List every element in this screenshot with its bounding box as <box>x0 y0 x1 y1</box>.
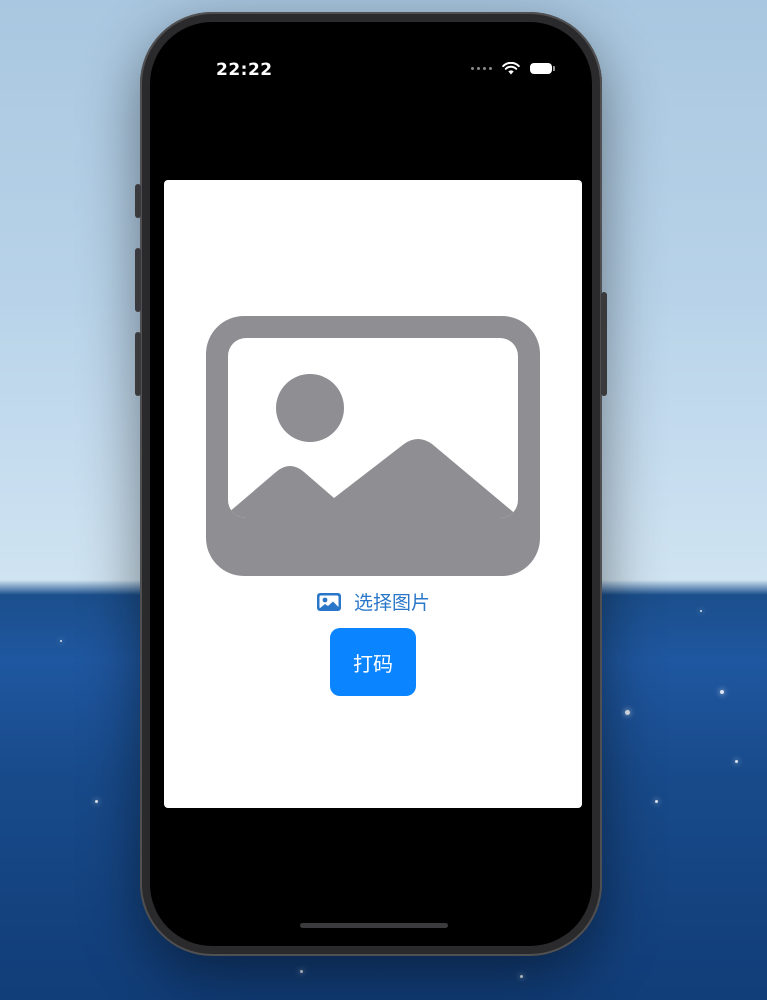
phone-frame: 22:22 选择图片 打码 <box>135 12 607 956</box>
battery-icon <box>530 63 555 74</box>
volume-down-button <box>135 332 141 396</box>
wifi-icon <box>502 62 520 75</box>
photo-icon <box>316 592 341 611</box>
status-icons <box>471 62 555 75</box>
home-indicator[interactable] <box>300 923 448 928</box>
wallpaper-sparkle <box>655 800 658 803</box>
photo-placeholder-frame <box>228 338 518 518</box>
status-time: 22:22 <box>216 60 273 80</box>
wallpaper-sparkle <box>60 640 62 642</box>
desktop-wallpaper: 22:22 选择图片 打码 <box>0 0 767 1000</box>
volume-up-button <box>135 248 141 312</box>
phone-screen: 22:22 选择图片 打码 <box>150 22 592 946</box>
photo-placeholder-scene <box>228 374 518 518</box>
signal-dots-icon <box>471 67 492 70</box>
select-image-button[interactable]: 选择图片 <box>164 588 582 615</box>
wallpaper-sparkle <box>95 800 98 803</box>
code-button[interactable]: 打码 <box>330 628 416 696</box>
wallpaper-sparkle <box>700 610 702 612</box>
wallpaper-sparkle <box>625 710 630 715</box>
wallpaper-sparkle <box>520 975 523 978</box>
wallpaper-sparkle <box>735 760 738 763</box>
action-button <box>135 184 141 218</box>
wallpaper-sparkle <box>300 970 303 973</box>
power-button <box>601 292 607 396</box>
select-image-label: 选择图片 <box>353 592 430 614</box>
wallpaper-sparkle <box>720 690 724 694</box>
main-content: 选择图片 打码 <box>164 180 582 808</box>
photo-placeholder-icon <box>206 316 540 576</box>
